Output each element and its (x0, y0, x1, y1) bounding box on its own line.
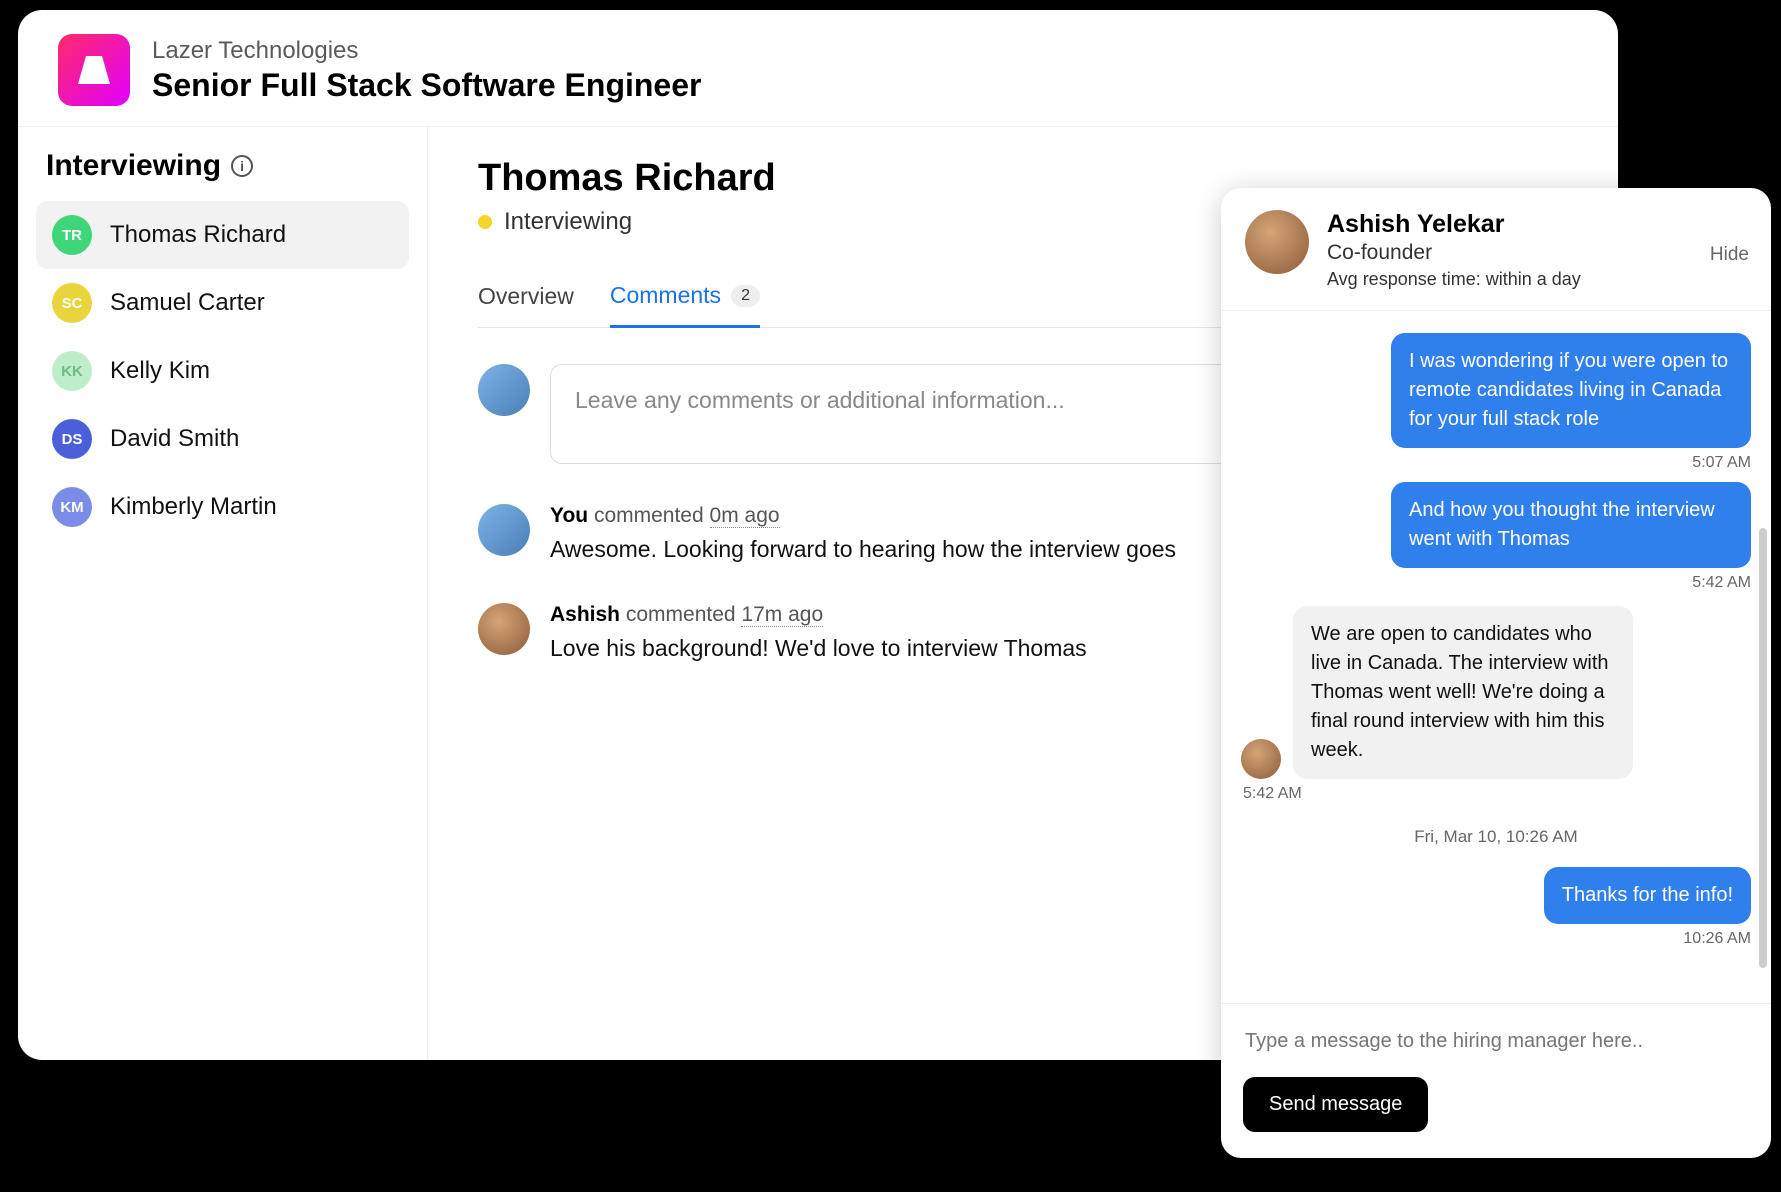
candidate-name-label: Kimberly Martin (110, 493, 277, 521)
chat-input-area: Send message (1221, 1003, 1771, 1158)
sidebar: Interviewing i TR Thomas Richard SC Samuel … (18, 127, 428, 1060)
candidate-name-label: David Smith (110, 425, 239, 453)
chat-contact-avatar (1245, 210, 1309, 274)
chat-message-avatar (1241, 739, 1281, 779)
chat-panel: Ashish Yelekar Co-founder Avg response t… (1221, 188, 1771, 1158)
current-user-avatar (478, 364, 530, 416)
candidate-name-label: Thomas Richard (110, 221, 286, 249)
chat-header-text: Ashish Yelekar Co-founder Avg response t… (1327, 210, 1581, 290)
tab-comments-label: Comments (610, 282, 721, 309)
chat-message-time: 5:07 AM (1692, 454, 1751, 472)
chat-message-out: I was wondering if you were open to remo… (1391, 333, 1751, 448)
candidate-item[interactable]: SC Samuel Carter (36, 269, 409, 337)
tab-overview[interactable]: Overview (478, 272, 574, 327)
comment-meta: You commented 0m ago (550, 504, 1176, 528)
candidate-avatar: KM (52, 487, 92, 527)
chat-date-separator: Fri, Mar 10, 10:26 AM (1414, 827, 1577, 847)
candidate-name-label: Kelly Kim (110, 357, 210, 385)
candidate-avatar: KK (52, 351, 92, 391)
comment-avatar (478, 504, 530, 556)
company-logo (58, 34, 130, 106)
status-dot-icon (478, 215, 492, 229)
candidate-avatar: DS (52, 419, 92, 459)
job-title: Senior Full Stack Software Engineer (152, 67, 701, 104)
chat-body[interactable]: I was wondering if you were open to remo… (1221, 311, 1771, 1003)
chat-message-time: 5:42 AM (1692, 574, 1751, 592)
candidate-item[interactable]: KK Kelly Kim (36, 337, 409, 405)
comment-avatar (478, 603, 530, 655)
candidate-list: TR Thomas Richard SC Samuel Carter KK Kelly K… (36, 201, 409, 541)
status-text: Interviewing (504, 208, 632, 236)
chat-message-out: And how you thought the interview went w… (1391, 482, 1751, 568)
comment-body: Love his background! We'd love to interv… (550, 635, 1087, 662)
candidate-name-label: Samuel Carter (110, 289, 265, 317)
chat-message-out: Thanks for the info! (1544, 867, 1751, 924)
hide-button[interactable]: Hide (1710, 244, 1749, 266)
candidate-avatar: SC (52, 283, 92, 323)
sidebar-title: Interviewing (46, 149, 221, 183)
chat-contact-role: Co-founder (1327, 241, 1581, 265)
chat-input[interactable] (1243, 1022, 1749, 1061)
candidate-item[interactable]: KM Kimberly Martin (36, 473, 409, 541)
sidebar-header: Interviewing i (46, 149, 409, 183)
company-name: Lazer Technologies (152, 37, 701, 65)
send-message-button[interactable]: Send message (1243, 1077, 1428, 1132)
chat-contact-name: Ashish Yelekar (1327, 210, 1581, 239)
tab-comments[interactable]: Comments 2 (610, 272, 760, 328)
tab-overview-label: Overview (478, 283, 574, 310)
candidate-item[interactable]: DS David Smith (36, 405, 409, 473)
logo-trapezoid-icon (74, 50, 114, 90)
comment-placeholder: Leave any comments or additional informa… (575, 387, 1065, 413)
chat-response-meta: Avg response time: within a day (1327, 269, 1581, 290)
chat-message-time: 5:42 AM (1243, 785, 1302, 803)
candidate-item[interactable]: TR Thomas Richard (36, 201, 409, 269)
chat-message-time: 10:26 AM (1683, 930, 1751, 948)
chat-message-in: We are open to candidates who live in Ca… (1293, 606, 1633, 779)
job-header: Lazer Technologies Senior Full Stack Sof… (18, 10, 1618, 126)
comments-count-badge: 2 (731, 285, 760, 307)
comment-meta: Ashish commented 17m ago (550, 603, 1087, 627)
info-icon[interactable]: i (231, 155, 253, 177)
comment-body: Awesome. Looking forward to hearing how … (550, 536, 1176, 563)
candidate-avatar: TR (52, 215, 92, 255)
chat-header: Ashish Yelekar Co-founder Avg response t… (1221, 188, 1771, 311)
scrollbar[interactable] (1759, 528, 1767, 968)
header-text: Lazer Technologies Senior Full Stack Sof… (152, 37, 701, 104)
chat-message-in-row: We are open to candidates who live in Ca… (1241, 606, 1751, 779)
